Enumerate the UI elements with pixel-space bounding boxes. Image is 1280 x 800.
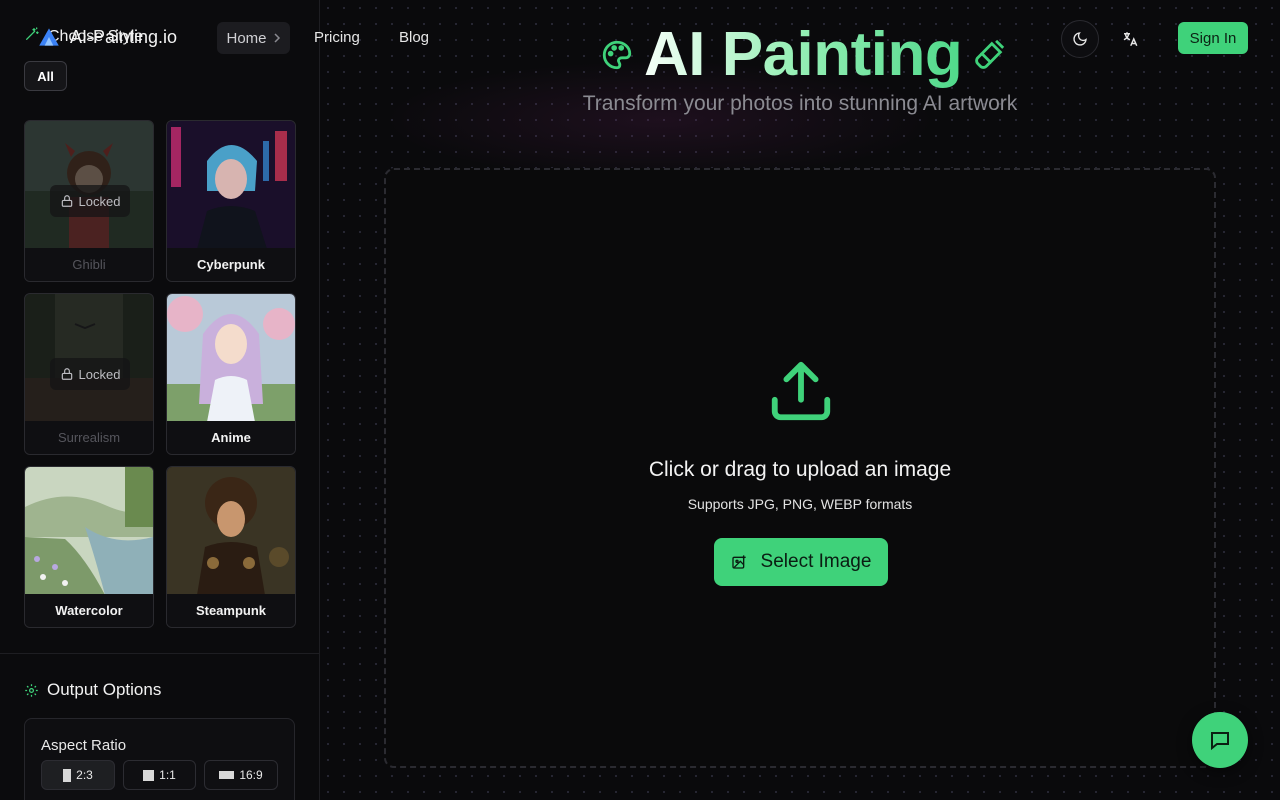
lock-icon (61, 368, 72, 380)
select-image-label: Select Image (760, 551, 872, 572)
upload-icon (771, 361, 831, 421)
locked-label: Locked (78, 193, 121, 209)
style-card-ghibli[interactable]: Locked Ghibli (24, 120, 154, 282)
style-label: Surrealism (25, 421, 153, 454)
aspect-ratio-label: Aspect Ratio (41, 737, 127, 754)
sidebar-divider (0, 653, 320, 654)
paintbrush-icon (975, 39, 1005, 69)
style-label: Anime (167, 421, 295, 454)
style-card-anime[interactable]: Anime (166, 293, 296, 455)
nav-home-link[interactable]: Home (217, 22, 290, 54)
style-card-steampunk[interactable]: Steampunk (166, 466, 296, 628)
nav-blog-link[interactable]: Blog (399, 29, 429, 46)
hero-heading: AI Painting (600, 22, 1006, 88)
output-options-header: Output Options (24, 680, 161, 700)
ratio-label: 1:1 (159, 768, 176, 782)
lock-icon (61, 195, 72, 207)
translate-icon (1123, 32, 1138, 47)
aspect-ratio-panel: Aspect Ratio 2:3 1:1 16:9 (24, 718, 295, 800)
sign-in-button[interactable]: Sign In (1178, 22, 1248, 54)
moon-icon (1073, 32, 1087, 46)
filter-all-button[interactable]: All (24, 61, 67, 91)
gear-icon (25, 683, 38, 697)
style-label: Watercolor (25, 594, 153, 627)
image-plus-icon (731, 555, 746, 569)
ratio-label: 16:9 (239, 768, 263, 782)
select-image-button[interactable]: Select Image (714, 538, 888, 586)
locked-badge: Locked (50, 358, 130, 390)
style-card-watercolor[interactable]: Watercolor (24, 466, 154, 628)
nav-pricing-link[interactable]: Pricing (314, 29, 360, 46)
ratio-label: 2:3 (76, 768, 93, 782)
style-card-cyberpunk[interactable]: Cyberpunk (166, 120, 296, 282)
style-sidebar: Choose Style All Locked Ghibli Cyberpunk… (0, 0, 320, 800)
palette-icon (602, 40, 632, 70)
ratio-2-3-button[interactable]: 2:3 (41, 760, 115, 790)
steampunk-thumbnail (167, 467, 295, 595)
style-label: Ghibli (25, 248, 153, 281)
landscape-ratio-icon (219, 771, 235, 779)
portrait-ratio-icon (63, 768, 72, 782)
upload-formats: Supports JPG, PNG, WEBP formats (687, 496, 913, 512)
upload-dropzone[interactable]: Click or drag to upload an image Support… (384, 168, 1216, 768)
cyberpunk-thumbnail (167, 121, 295, 249)
ratio-1-1-button[interactable]: 1:1 (123, 760, 196, 790)
locked-badge: Locked (50, 185, 130, 217)
style-label: Cyberpunk (167, 248, 295, 281)
theme-toggle-button[interactable] (1061, 20, 1099, 58)
brand-logo[interactable]: AI-Painting.io (36, 24, 177, 50)
style-card-surrealism[interactable]: Locked Surrealism (24, 293, 154, 455)
style-label: Steampunk (167, 594, 295, 627)
nav-home-label: Home (226, 29, 267, 47)
ratio-16-9-button[interactable]: 16:9 (204, 760, 278, 790)
page-subtitle: Transform your photos into stunning AI a… (582, 92, 1018, 115)
watercolor-thumbnail (25, 467, 153, 595)
upload-title: Click or drag to upload an image (648, 458, 952, 481)
chevron-right-icon (273, 33, 280, 43)
brand-name: AI-Painting.io (70, 26, 178, 47)
language-button[interactable] (1118, 27, 1142, 51)
chat-button[interactable] (1192, 712, 1248, 768)
square-ratio-icon (143, 769, 155, 781)
logo-icon (39, 28, 59, 46)
page-title: AI Painting (644, 20, 963, 89)
anime-thumbnail (167, 294, 295, 422)
output-options-title: Output Options (47, 680, 162, 699)
locked-label: Locked (78, 366, 121, 382)
chat-icon (1211, 732, 1229, 751)
